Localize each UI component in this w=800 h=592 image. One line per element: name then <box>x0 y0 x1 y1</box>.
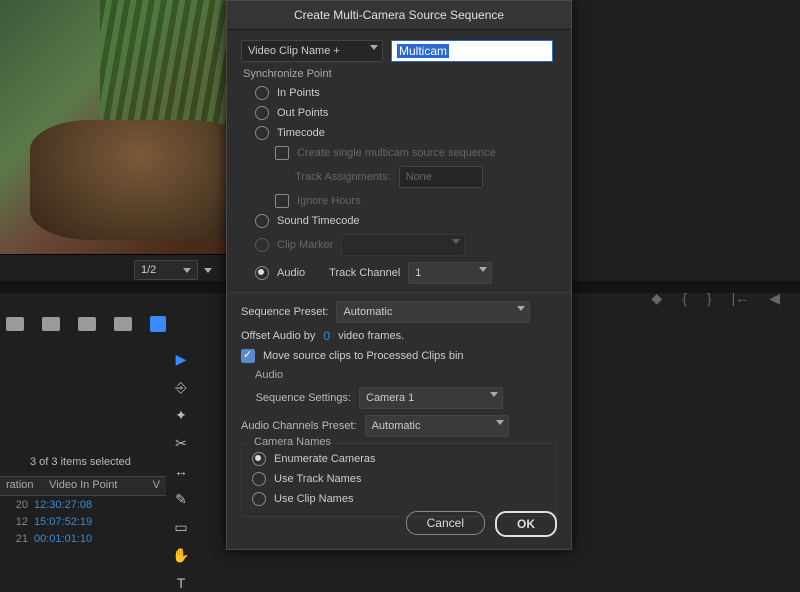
camera-names-legend: Camera Names <box>250 436 335 448</box>
dialog-title: Create Multi-Camera Source Sequence <box>227 1 571 30</box>
col-video-in[interactable]: Video In Point <box>43 477 147 495</box>
radio-use-track-names[interactable] <box>252 472 266 486</box>
chevron-down-icon <box>183 268 191 273</box>
chevron-down-icon[interactable] <box>204 268 212 273</box>
table-row[interactable]: 21 00:01:01:10 <box>0 530 166 547</box>
project-toolbar <box>0 312 166 336</box>
multicam-dialog: Create Multi-Camera Source Sequence Vide… <box>226 0 572 550</box>
zoom-value: 1/2 <box>141 264 156 276</box>
name-mode-select[interactable]: Video Clip Name + <box>241 40 383 62</box>
track-select-tool-icon[interactable]: ⎆ <box>172 378 190 396</box>
pen-tool-icon[interactable]: ✎ <box>172 490 190 508</box>
radio-enumerate-cameras[interactable] <box>252 452 266 466</box>
project-table: ration Video In Point V 20 12:30:27:08 1… <box>0 476 166 547</box>
icon-view-icon[interactable] <box>42 317 60 331</box>
selection-count: 3 of 3 items selected <box>30 456 131 468</box>
go-to-in-icon[interactable]: |← <box>732 290 750 307</box>
check-create-single <box>275 146 289 160</box>
audio-channels-preset-select[interactable]: Automatic <box>365 415 509 437</box>
sync-legend: Synchronize Point <box>243 68 557 80</box>
rectangle-tool-icon[interactable]: ▭ <box>172 518 190 536</box>
radio-audio[interactable] <box>255 266 269 280</box>
hand-tool-icon[interactable]: ✋ <box>172 546 190 564</box>
ok-button[interactable]: OK <box>495 511 557 537</box>
out-bracket-icon[interactable]: } <box>707 290 712 307</box>
radio-in-points[interactable] <box>255 86 269 100</box>
cancel-button[interactable]: Cancel <box>406 511 485 535</box>
col-duration[interactable]: ration <box>0 477 43 495</box>
type-tool-icon[interactable]: T <box>172 574 190 592</box>
chevron-down-icon <box>452 239 460 244</box>
radio-out-points[interactable] <box>255 106 269 120</box>
radio-timecode[interactable] <box>255 126 269 140</box>
ripple-edit-tool-icon[interactable]: ✦ <box>172 406 190 424</box>
radio-clip-marker <box>255 238 269 252</box>
col-v[interactable]: V <box>147 477 166 495</box>
tool-palette: ▶ ⎆ ✦ ✂ ↔ ✎ ▭ ✋ T <box>170 350 192 592</box>
list-view-icon[interactable] <box>6 317 24 331</box>
source-monitor-preview <box>0 0 226 255</box>
freeform-view-icon[interactable] <box>78 317 96 331</box>
slip-tool-icon[interactable]: ↔ <box>172 462 190 480</box>
automate-to-sequence-icon[interactable] <box>150 316 166 332</box>
razor-tool-icon[interactable]: ✂ <box>172 434 190 452</box>
zoom-level-select[interactable]: 1/2 <box>134 260 198 280</box>
sequence-name-input[interactable]: Multicam <box>391 40 553 62</box>
selection-tool-icon[interactable]: ▶ <box>172 350 190 368</box>
freeform-view-icon[interactable] <box>114 317 132 331</box>
radio-sound-timecode[interactable] <box>255 214 269 228</box>
table-row[interactable]: 12 15:07:52:19 <box>0 513 166 530</box>
offset-frames-value[interactable]: 0 <box>323 329 330 343</box>
table-row[interactable]: 20 12:30:27:08 <box>0 496 166 513</box>
step-back-icon[interactable]: ◀ <box>769 290 780 307</box>
audio-seq-settings-select[interactable]: Camera 1 <box>359 387 503 409</box>
chevron-down-icon <box>517 306 525 311</box>
radio-use-clip-names[interactable] <box>252 492 266 506</box>
chevron-down-icon <box>479 267 487 272</box>
chevron-down-icon <box>496 420 504 425</box>
audio-legend: Audio <box>255 369 557 381</box>
sequence-preset-select[interactable]: Automatic <box>336 301 530 323</box>
chevron-down-icon <box>490 392 498 397</box>
in-bracket-icon[interactable]: { <box>682 290 687 307</box>
check-ignore-hours <box>275 194 289 208</box>
track-assignments-select: None <box>399 166 483 188</box>
program-monitor-controls: ◆ { } |← ◀ <box>651 290 780 307</box>
track-channel-select[interactable]: 1 <box>408 262 492 284</box>
chevron-down-icon <box>370 45 378 50</box>
marker-icon[interactable]: ◆ <box>651 290 662 307</box>
clip-marker-select <box>341 234 465 256</box>
check-move-clips[interactable] <box>241 349 255 363</box>
